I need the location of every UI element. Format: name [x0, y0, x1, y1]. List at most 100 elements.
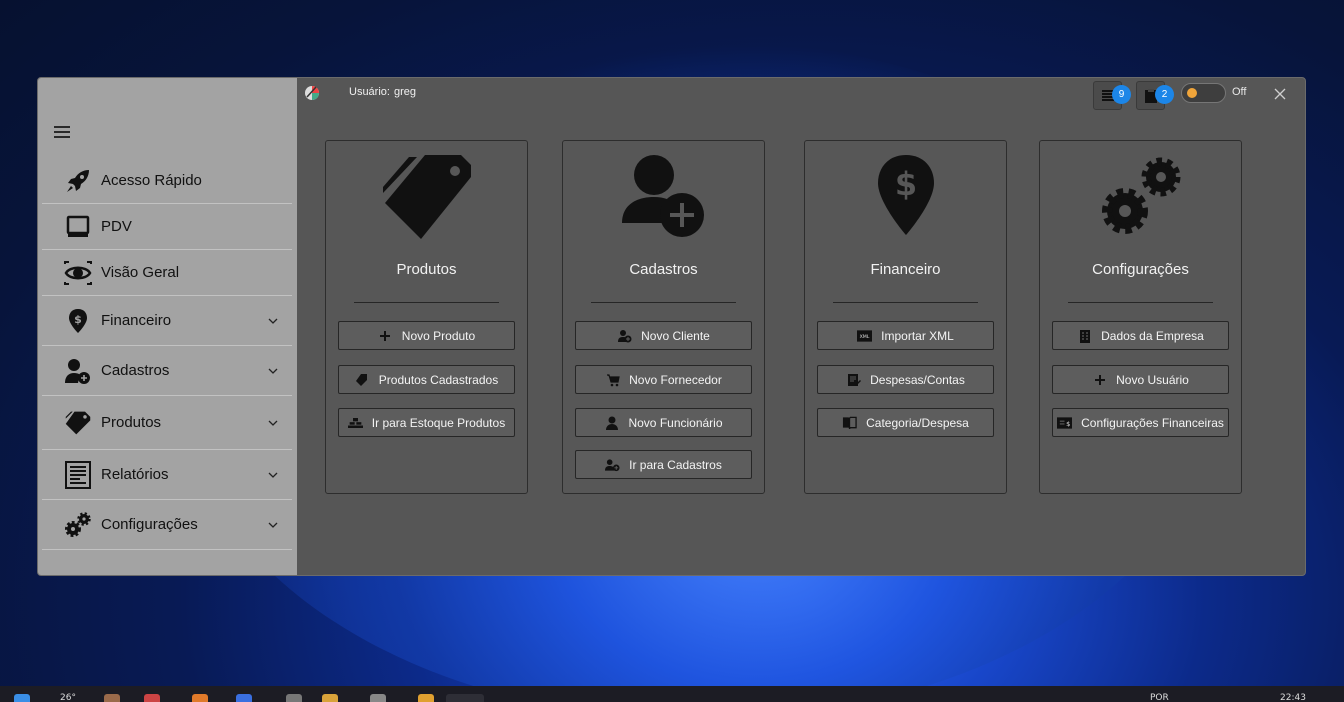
notification-badge: 9: [1112, 85, 1131, 104]
button-label: Categoria/Despesa: [866, 415, 969, 430]
plus-icon: [1092, 372, 1107, 387]
start-button-icon[interactable]: [14, 694, 30, 702]
card-title: Cadastros: [629, 261, 698, 278]
user-add-icon: [617, 328, 632, 343]
weather-temperature[interactable]: 26°: [60, 694, 76, 702]
divider: [833, 302, 978, 303]
close-icon[interactable]: [1273, 87, 1287, 101]
status-toggle[interactable]: [1181, 83, 1226, 103]
app-window: Acesso Rápido PDV Visão Geral $ Financei…: [37, 77, 1306, 576]
novo-funcionario-button[interactable]: Novo Funcionário: [575, 408, 752, 437]
chevron-down-icon: [268, 522, 278, 528]
button-label: Ir para Cadastros: [629, 457, 722, 472]
folder-icon[interactable]: [322, 694, 338, 702]
divider: [354, 302, 499, 303]
app-logo-icon: [305, 86, 319, 100]
chevron-down-icon: [268, 318, 278, 324]
plus-icon: [378, 328, 393, 343]
add-user-icon: [621, 155, 704, 237]
language-indicator[interactable]: POR: [1150, 694, 1169, 702]
eye-icon: [64, 259, 92, 287]
chevron-down-icon: [268, 472, 278, 478]
report-icon: [64, 460, 92, 489]
clock[interactable]: 22:43: [1280, 694, 1306, 702]
ir-para-cadastros-button[interactable]: Ir para Cadastros: [575, 450, 752, 479]
button-label: Ir para Estoque Produtos: [371, 415, 506, 430]
stock-icon: [347, 415, 363, 430]
novo-produto-button[interactable]: Novo Produto: [338, 321, 515, 350]
app-icon[interactable]: [192, 694, 208, 702]
app-icon[interactable]: [286, 694, 302, 702]
sidebar-item-configuracoes[interactable]: Configurações: [42, 500, 292, 550]
estoque-produtos-button[interactable]: Ir para Estoque Produtos: [338, 408, 515, 437]
toggle-label: Off: [1232, 86, 1247, 98]
button-label: Importar XML: [881, 328, 954, 343]
button-label: Despesas/Contas: [870, 372, 965, 387]
card-title: Financeiro: [870, 261, 941, 278]
orders-badge: 2: [1155, 85, 1174, 104]
sidebar-item-label: Relatórios: [101, 466, 169, 483]
button-label: Produtos Cadastrados: [378, 372, 499, 387]
app-icon[interactable]: [104, 694, 120, 702]
button-label: Novo Produto: [401, 328, 476, 343]
importar-xml-button[interactable]: XML Importar XML: [817, 321, 994, 350]
gears-icon: [64, 511, 92, 539]
sidebar-item-label: Financeiro: [101, 312, 172, 329]
sidebar-item-label: Configurações: [101, 516, 198, 533]
configuracoes-financeiras-button[interactable]: $ Configurações Financeiras: [1052, 408, 1229, 437]
divider: [1068, 302, 1213, 303]
sidebar-item-label: Produtos: [101, 414, 162, 431]
xml-icon: XML: [857, 328, 873, 343]
chevron-down-icon: [268, 420, 278, 426]
sidebar-item-produtos[interactable]: Produtos: [42, 396, 292, 450]
sidebar-item-acesso-rapido[interactable]: Acesso Rápido: [42, 158, 292, 204]
novo-cliente-button[interactable]: Novo Cliente: [575, 321, 752, 350]
active-app-icon[interactable]: [446, 694, 484, 702]
card-title: Produtos: [396, 261, 457, 278]
button-label: Dados da Empresa: [1101, 328, 1204, 343]
app-icon[interactable]: [236, 694, 252, 702]
produtos-cadastrados-button[interactable]: Produtos Cadastrados: [338, 365, 515, 394]
hamburger-menu-icon[interactable]: [54, 126, 70, 138]
sidebar-item-relatorios[interactable]: Relatórios: [42, 450, 292, 500]
rocket-icon: [64, 167, 92, 195]
sidebar-item-cadastros[interactable]: Cadastros: [42, 346, 292, 396]
gears-icon: [1101, 157, 1180, 234]
dados-empresa-button[interactable]: Dados da Empresa: [1052, 321, 1229, 350]
building-icon: [1077, 328, 1092, 343]
card-title: Configurações: [1092, 261, 1189, 278]
sidebar-item-visao-geral[interactable]: Visão Geral: [42, 250, 292, 296]
user-name: greg: [393, 86, 416, 98]
app-icon[interactable]: [144, 694, 160, 702]
sidebar-item-pdv[interactable]: PDV: [42, 204, 292, 250]
sidebar-item-label: Cadastros: [101, 362, 170, 379]
novo-usuario-button[interactable]: Novo Usuário: [1052, 365, 1229, 394]
sidebar-item-label: Acesso Rápido: [101, 172, 202, 189]
edit-doc-icon: [846, 372, 861, 387]
button-label: Configurações Financeiras: [1081, 415, 1224, 430]
app-icon[interactable]: [370, 694, 386, 702]
monitor-icon: [64, 213, 92, 241]
add-user-icon: [64, 357, 92, 385]
person-icon: [604, 415, 619, 430]
taskbar: 26° POR 22:43: [0, 686, 1344, 702]
user-label: Usuário:: [349, 86, 390, 98]
svg-text:$: $: [1066, 419, 1070, 427]
despesas-contas-button[interactable]: Despesas/Contas: [817, 365, 994, 394]
main-panel: Usuário: greg 9 2 Off Produtos Novo Produ…: [297, 78, 1305, 575]
card-cadastros: Cadastros Novo Cliente Novo Fornecedor N…: [562, 140, 765, 494]
divider: [591, 302, 736, 303]
button-label: Novo Funcionário: [628, 415, 723, 430]
svg-text:$: $: [74, 313, 82, 326]
money-pin-icon: $: [64, 307, 92, 335]
cart-icon: [605, 372, 620, 387]
app-icon[interactable]: [418, 694, 434, 702]
book-icon: [842, 415, 857, 430]
button-label: Novo Usuário: [1116, 372, 1189, 387]
categoria-despesa-button[interactable]: Categoria/Despesa: [817, 408, 994, 437]
novo-fornecedor-button[interactable]: Novo Fornecedor: [575, 365, 752, 394]
card-financeiro: $ Financeiro XML Importar XML Despesas/C…: [804, 140, 1007, 494]
sidebar-item-financeiro[interactable]: $ Financeiro: [42, 296, 292, 346]
sidebar: Acesso Rápido PDV Visão Geral $ Financei…: [38, 78, 297, 575]
current-user: Usuário: greg: [349, 86, 416, 98]
